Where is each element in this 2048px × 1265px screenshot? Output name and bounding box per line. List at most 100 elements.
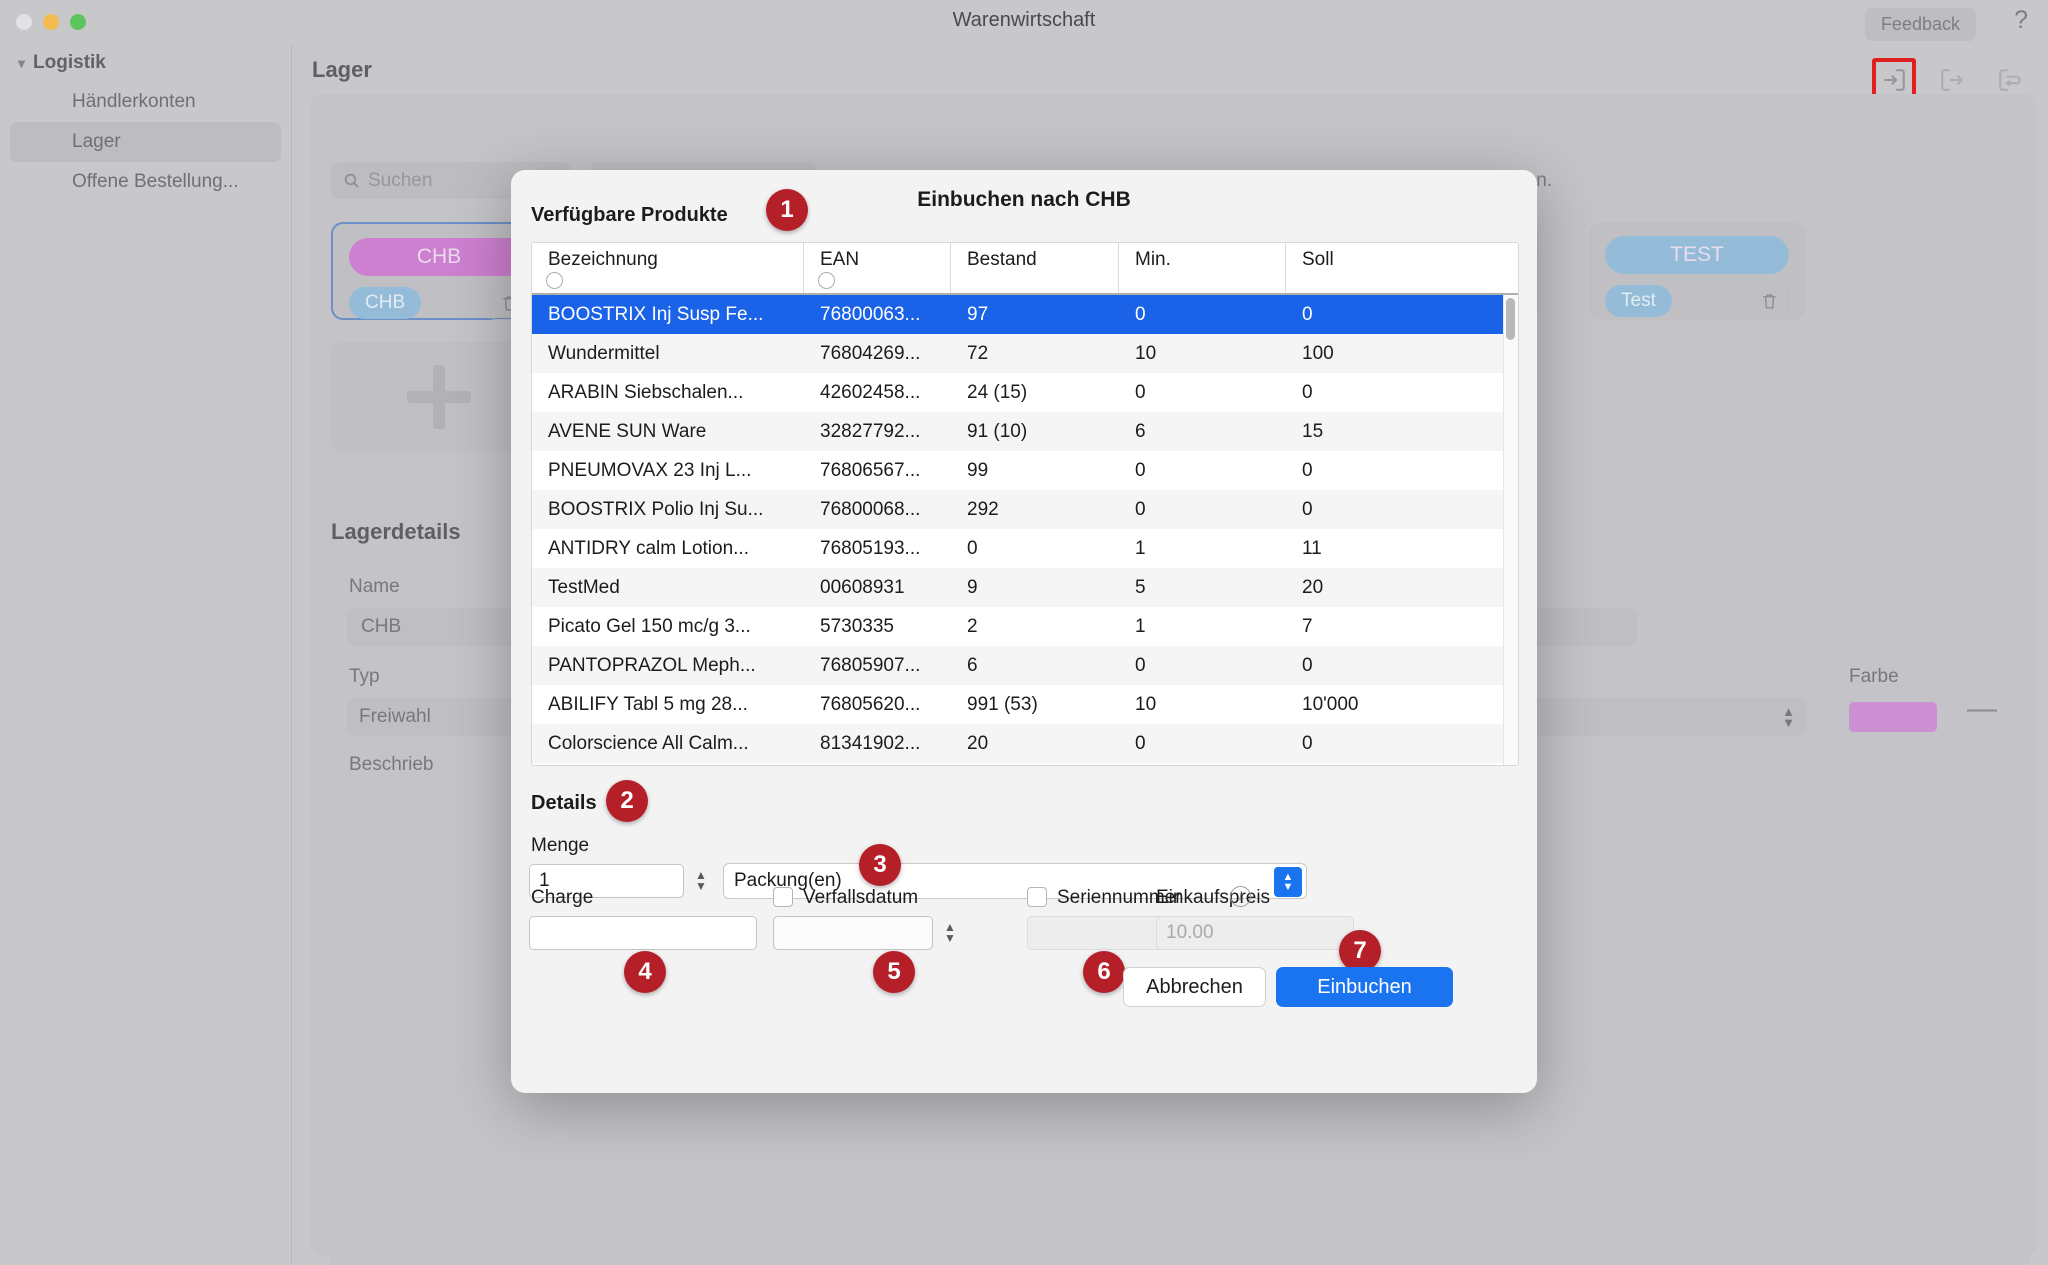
seriennummer-checkbox[interactable] bbox=[1027, 887, 1047, 907]
table-cell-bestand: 6 bbox=[967, 654, 978, 676]
einbuchen-dialog: Einbuchen nach CHB Verfügbare Produkte 1… bbox=[511, 170, 1537, 1093]
table-row[interactable]: Wundermittel 76804269... 72 10 100 bbox=[532, 334, 1518, 373]
table-row[interactable]: AVENE SUN Ware 32827792... 91 (10) 6 15 bbox=[532, 412, 1518, 451]
table-cell-soll: 0 bbox=[1302, 459, 1313, 481]
table-cell-ean: 76805193... bbox=[820, 537, 921, 559]
table-cell-ean: 76800063... bbox=[820, 303, 921, 325]
einkaufspreis-input[interactable]: 10.00 bbox=[1156, 916, 1354, 950]
einkaufspreis-label: Einkaufspreis bbox=[1156, 887, 1271, 908]
column-label: Bezeichnung bbox=[548, 249, 658, 270]
menge-stepper[interactable]: ▲ ▼ bbox=[689, 864, 713, 898]
column-header-ean[interactable]: EAN bbox=[804, 243, 951, 293]
table-cell-bestand: 9 bbox=[967, 576, 978, 598]
table-cell-bezeichnung: PANTOPRAZOL Meph... bbox=[548, 654, 756, 676]
charge-input[interactable] bbox=[529, 916, 757, 950]
table-cell-ean: 81341902... bbox=[820, 732, 921, 754]
table-cell-soll: 11 bbox=[1302, 537, 1322, 559]
table-row[interactable]: Picato Gel 150 mc/g 3... 5730335 2 1 7 bbox=[532, 607, 1518, 646]
table-cell-min: 0 bbox=[1135, 654, 1146, 676]
verfallsdatum-stepper[interactable]: ▲ ▼ bbox=[938, 916, 962, 950]
table-cell-min: 10 bbox=[1135, 342, 1157, 364]
table-cell-bezeichnung: BOOSTRIX Polio Inj Su... bbox=[548, 498, 764, 520]
table-header-row: Bezeichnung EAN Bestand Min. Soll bbox=[532, 243, 1518, 295]
annotation-badge-2: 2 bbox=[606, 780, 648, 822]
app-window: Warenwirtschaft Feedback ? ▾ Logistik Hä… bbox=[0, 0, 2048, 1265]
products-table: Bezeichnung EAN Bestand Min. Soll BOOSTR… bbox=[531, 242, 1519, 766]
annotation-badge-3: 3 bbox=[859, 844, 901, 886]
table-body: BOOSTRIX Inj Susp Fe... 76800063... 97 0 0 Wu… bbox=[532, 295, 1518, 765]
table-cell-bestand: 20 bbox=[967, 732, 989, 754]
annotation-badge-5: 5 bbox=[873, 951, 915, 993]
annotation-badge-4: 4 bbox=[624, 951, 666, 993]
table-row[interactable]: ANTIDRY calm Lotion... 76805193... 0 1 11 bbox=[532, 529, 1518, 568]
table-row[interactable]: BOOSTRIX Polio Inj Su... 76800068... 292 0 0 bbox=[532, 490, 1518, 529]
table-cell-bezeichnung: PNEUMOVAX 23 Inj L... bbox=[548, 459, 752, 481]
table-row[interactable]: ARABIN Siebschalen... 42602458... 24 (15) 0… bbox=[532, 373, 1518, 412]
table-cell-min: 0 bbox=[1135, 732, 1146, 754]
chevron-down-icon[interactable]: ▼ bbox=[695, 880, 707, 892]
table-cell-ean: 42602458... bbox=[820, 381, 921, 403]
table-row[interactable]: BOOSTRIX Inj Susp Fe... 76800063... 97 0 0 bbox=[532, 295, 1518, 334]
table-scroll-track[interactable] bbox=[1503, 295, 1518, 765]
table-cell-bezeichnung: ANTIDRY calm Lotion... bbox=[548, 537, 749, 559]
verfallsdatum-label: Verfallsdatum bbox=[803, 887, 919, 908]
table-cell-min: 10 bbox=[1135, 693, 1157, 715]
table-row[interactable]: ABILIFY Tabl 5 mg 28... 76805620... 991 (5… bbox=[532, 685, 1518, 724]
table-cell-ean: 76805620... bbox=[820, 693, 921, 715]
table-cell-bezeichnung: Picato Gel 150 mc/g 3... bbox=[548, 615, 751, 637]
info-icon[interactable]: i bbox=[1230, 886, 1251, 907]
verfallsdatum-checkbox[interactable] bbox=[773, 887, 793, 907]
table-cell-ean: 76806567... bbox=[820, 459, 921, 481]
table-cell-soll: 0 bbox=[1302, 381, 1313, 403]
details-heading: Details bbox=[531, 792, 597, 814]
confirm-einbuchen-button[interactable]: Einbuchen bbox=[1276, 967, 1453, 1007]
table-row[interactable]: PANTOPRAZOL Meph... 76805907... 6 0 0 bbox=[532, 646, 1518, 685]
column-header-soll[interactable]: Soll bbox=[1286, 243, 1502, 293]
table-scrollbar-thumb[interactable] bbox=[1506, 298, 1515, 340]
table-cell-bestand: 91 (10) bbox=[967, 420, 1028, 442]
table-cell-bestand: 24 (15) bbox=[967, 381, 1028, 403]
column-label: EAN bbox=[820, 249, 860, 270]
table-cell-ean: 00608931 bbox=[820, 576, 905, 598]
table-row[interactable]: Colorscience All Calm... 81341902... 20 0 0 bbox=[532, 724, 1518, 763]
table-cell-bezeichnung: ABILIFY Tabl 5 mg 28... bbox=[548, 693, 748, 715]
table-cell-soll: 0 bbox=[1302, 303, 1313, 325]
table-cell-ean: 76800068... bbox=[820, 498, 921, 520]
table-cell-bezeichnung: Wundermittel bbox=[548, 342, 660, 364]
table-cell-bezeichnung: AVENE SUN Ware bbox=[548, 420, 707, 442]
table-cell-min: 5 bbox=[1135, 576, 1146, 598]
table-cell-min: 0 bbox=[1135, 498, 1146, 520]
table-cell-ean: 76804269... bbox=[820, 342, 921, 364]
verfuegbare-produkte-label: Verfügbare Produkte bbox=[531, 204, 728, 226]
table-cell-soll: 10'000 bbox=[1302, 693, 1359, 715]
cancel-button[interactable]: Abbrechen bbox=[1123, 967, 1266, 1007]
annotation-badge-7: 7 bbox=[1339, 930, 1381, 972]
table-cell-bestand: 72 bbox=[967, 342, 989, 364]
table-cell-bestand: 292 bbox=[967, 498, 999, 520]
chevron-down-icon[interactable]: ▼ bbox=[944, 932, 956, 944]
table-row[interactable]: TestMed 00608931 9 5 20 bbox=[532, 568, 1518, 607]
column-header-bestand[interactable]: Bestand bbox=[951, 243, 1119, 293]
table-cell-min: 6 bbox=[1135, 420, 1146, 442]
column-header-bezeichnung[interactable]: Bezeichnung bbox=[532, 243, 804, 293]
table-cell-soll: 7 bbox=[1302, 615, 1313, 637]
table-cell-bezeichnung: Colorscience All Calm... bbox=[548, 732, 749, 754]
charge-label: Charge bbox=[531, 887, 594, 908]
filter-radio-bezeichnung[interactable] bbox=[546, 272, 563, 289]
table-cell-bestand: 99 bbox=[967, 459, 989, 481]
table-row[interactable]: PNEUMOVAX 23 Inj L... 76806567... 99 0 0 bbox=[532, 451, 1518, 490]
menge-label: Menge bbox=[531, 835, 590, 856]
annotation-badge-1: 1 bbox=[766, 189, 808, 231]
column-header-min[interactable]: Min. bbox=[1119, 243, 1286, 293]
table-cell-bestand: 991 (53) bbox=[967, 693, 1038, 715]
filter-radio-ean[interactable] bbox=[818, 272, 835, 289]
table-cell-ean: 5730335 bbox=[820, 615, 894, 637]
chevron-updown-icon[interactable]: ▲ ▼ bbox=[1274, 867, 1302, 897]
table-cell-soll: 15 bbox=[1302, 420, 1324, 442]
table-cell-min: 0 bbox=[1135, 459, 1146, 481]
table-cell-soll: 0 bbox=[1302, 654, 1313, 676]
verfallsdatum-input[interactable] bbox=[773, 916, 933, 950]
table-cell-ean: 32827792... bbox=[820, 420, 921, 442]
table-cell-min: 1 bbox=[1135, 537, 1146, 559]
column-label: Soll bbox=[1302, 249, 1334, 270]
